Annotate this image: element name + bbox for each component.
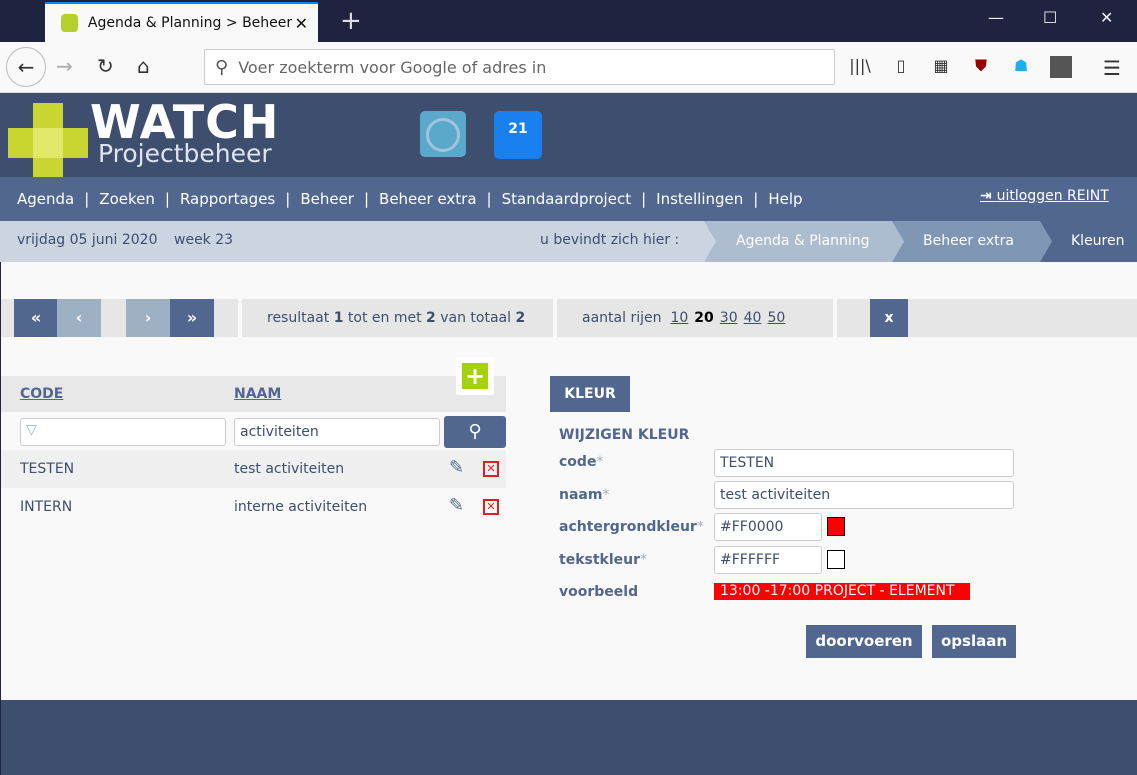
close-window-button[interactable]: ✕	[1100, 8, 1113, 27]
forward-button[interactable]: →	[56, 54, 73, 78]
bg-color-input[interactable]	[714, 513, 822, 541]
clock-icon[interactable]	[420, 111, 466, 157]
code-label: code*	[559, 454, 604, 470]
form-title: WIJZIGEN KLEUR	[559, 427, 690, 443]
preview-label: voorbeeld	[559, 584, 639, 600]
nav-help[interactable]: Help	[768, 190, 802, 208]
add-button[interactable]: +	[456, 357, 494, 395]
result-count: resultaat 1 tot en met 2 van totaal 2	[242, 299, 553, 337]
close-tab-icon[interactable]: ✕	[295, 14, 308, 33]
rows-10[interactable]: 10	[670, 310, 688, 326]
logout-link[interactable]: ⇥ uitloggen REINT	[980, 188, 1109, 204]
browser-tab[interactable]: Agenda & Planning > Beheer extra✕	[45, 2, 318, 42]
ghostery-icon[interactable]: ☗	[1010, 56, 1032, 78]
rows-50[interactable]: 50	[767, 310, 785, 326]
bg-color-label: achtergrondkleur*	[559, 519, 704, 535]
nav-beheer[interactable]: Beheer	[300, 190, 354, 208]
breadcrumb-label: u bevindt zich hier :	[540, 232, 680, 248]
search-icon: ⚲	[468, 421, 482, 442]
naam-label: naam*	[559, 487, 610, 503]
url-bar[interactable]: ⚲ Voer zoekterm voor Google of adres in	[204, 49, 835, 85]
tab-kleur[interactable]: KLEUR	[550, 376, 630, 412]
breadcrumb-agenda[interactable]: Agenda & Planning	[704, 221, 904, 262]
last-page-button[interactable]: »	[170, 299, 214, 337]
text-color-label: tekstkleur*	[559, 552, 647, 568]
breadcrumb-beheer-extra[interactable]: Beheer extra	[892, 221, 1054, 262]
filter-naam-input[interactable]	[234, 418, 440, 446]
nav-instellingen[interactable]: Instellingen	[656, 190, 743, 208]
save-button[interactable]: opslaan	[932, 625, 1016, 658]
browser-toolbar: ← → ↻ ⌂ ⚲ Voer zoekterm voor Google of ad…	[0, 42, 1137, 93]
text-color-swatch[interactable]	[827, 550, 845, 569]
current-date: vrijdag 05 juni 2020	[17, 232, 158, 248]
edit-icon[interactable]: ✎	[449, 497, 469, 515]
sort-naam[interactable]: NAAM	[234, 386, 281, 402]
favicon-icon	[61, 14, 78, 32]
current-week: week 23	[174, 232, 234, 248]
delete-icon[interactable]: ✕	[483, 461, 499, 477]
menu-icon[interactable]: ☰	[1101, 56, 1123, 80]
text-color-input[interactable]	[714, 546, 822, 574]
filter-icon: ▽	[26, 422, 37, 438]
table-row[interactable]: TESTEN test activiteiten ✎ ✕	[1, 450, 506, 488]
rows-20[interactable]: 20	[694, 310, 713, 326]
nav-rapportages[interactable]: Rapportages	[180, 190, 275, 208]
naam-input[interactable]	[714, 481, 1014, 509]
home-button[interactable]: ⌂	[137, 54, 150, 78]
logo-subtitle: Projectbeheer	[98, 139, 272, 168]
sidebar-icon[interactable]: ▯	[890, 56, 912, 78]
breadcrumb-kleuren: Kleuren	[1040, 221, 1137, 262]
plus-icon: +	[462, 363, 488, 389]
back-button[interactable]: ←	[6, 47, 46, 87]
library-icon[interactable]: |||\	[849, 56, 871, 78]
search-button[interactable]: ⚲	[444, 416, 506, 448]
nav-standaardproject[interactable]: Standaardproject	[502, 190, 632, 208]
apply-button[interactable]: doorvoeren	[806, 625, 922, 658]
logo-icon	[8, 103, 88, 179]
minimize-button[interactable]: —	[988, 8, 1004, 27]
breadcrumb: vrijdag 05 juni 2020 week 23 u bevindt z…	[0, 221, 1137, 262]
filter-code-input[interactable]	[20, 418, 226, 446]
prev-page-button[interactable]: ‹	[57, 299, 101, 337]
nav-zoeken[interactable]: Zoeken	[99, 190, 155, 208]
footer	[1, 700, 1137, 775]
next-page-button[interactable]: ›	[126, 299, 170, 337]
rows-per-page: aantal rijen 10 20 30 40 50	[557, 299, 833, 337]
rows-40[interactable]: 40	[744, 310, 762, 326]
new-tab-button[interactable]: +	[340, 6, 362, 36]
main-nav: Agenda | Zoeken | Rapportages | Beheer | Beh…	[0, 177, 1137, 221]
bg-color-swatch[interactable]	[827, 517, 845, 536]
extension-icon[interactable]	[1050, 56, 1072, 78]
preview-box: 13:00 -17:00 PROJECT - ELEMENT	[714, 583, 970, 600]
nav-beheer-extra[interactable]: Beheer extra	[379, 190, 477, 208]
app-header: WATCH Projectbeheer 21	[0, 93, 1137, 179]
delete-icon[interactable]: ✕	[483, 499, 499, 515]
sort-code[interactable]: CODE	[20, 386, 63, 402]
ublock-icon[interactable]: ⛊	[970, 56, 992, 78]
calendar-icon[interactable]: 21	[494, 111, 542, 159]
code-input[interactable]	[714, 449, 1014, 477]
rows-30[interactable]: 30	[720, 310, 738, 326]
table-row[interactable]: INTERN interne activiteiten ✎ ✕	[1, 488, 506, 526]
first-page-button[interactable]: «	[14, 299, 58, 337]
excel-export-icon[interactable]: x	[870, 299, 908, 337]
edit-icon[interactable]: ✎	[449, 459, 469, 477]
qr-code-icon[interactable]: ▦	[930, 56, 952, 78]
logout-icon: ⇥	[980, 188, 997, 204]
reload-button[interactable]: ↻	[97, 54, 114, 78]
search-icon: ⚲	[215, 56, 229, 78]
maximize-button[interactable]: ☐	[1043, 8, 1057, 27]
nav-agenda[interactable]: Agenda	[17, 190, 74, 208]
